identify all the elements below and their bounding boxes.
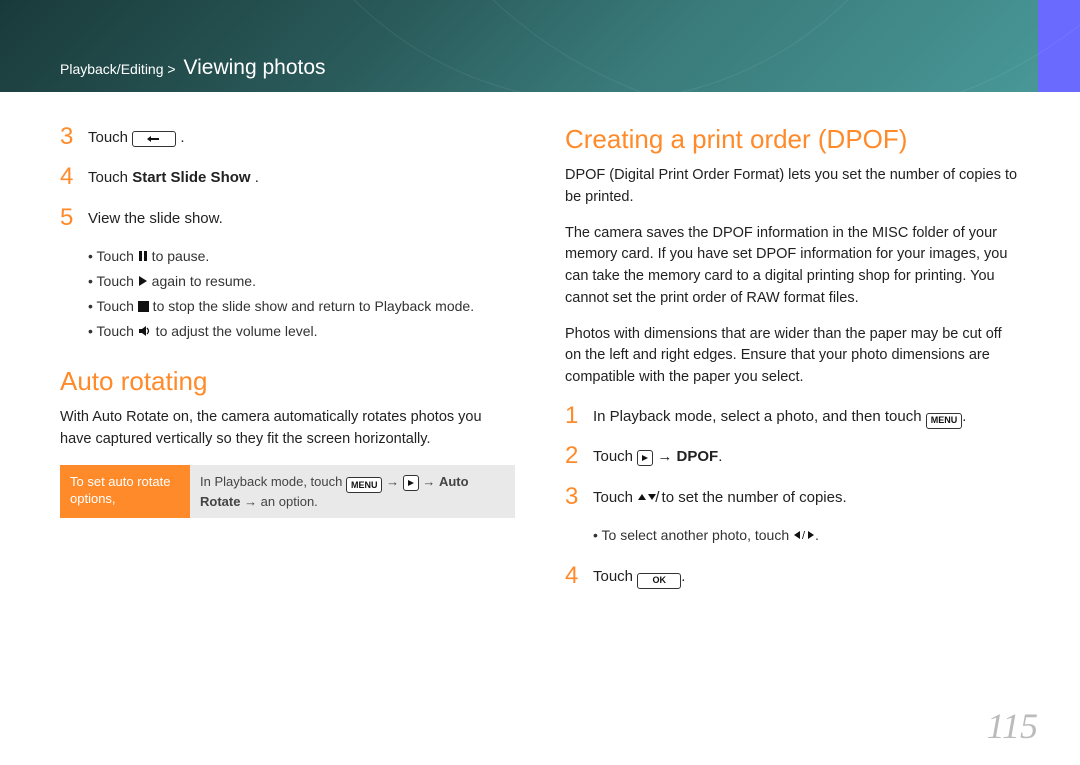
volume-icon xyxy=(138,321,152,345)
page-number: 115 xyxy=(987,705,1038,747)
step-number: 4 xyxy=(60,164,88,190)
step-number: 3 xyxy=(565,484,593,511)
step-text: Touch xyxy=(593,568,637,585)
step-text: . xyxy=(681,568,685,585)
step-text: . xyxy=(255,169,259,186)
side-tab xyxy=(1038,0,1080,92)
playback-icon xyxy=(637,450,653,466)
breadcrumb-section: Playback/Editing > xyxy=(60,61,176,77)
sub-item: Touch to adjust the volume level. xyxy=(88,320,515,345)
sub-item: Touch to pause. xyxy=(88,245,515,270)
menu-button-icon: MENU xyxy=(926,413,963,429)
play-icon xyxy=(138,271,148,295)
auto-rotate-options-table: To set auto rotate options, In Playback … xyxy=(60,465,515,519)
opt-value: In Playback mode, touch MENU → → Auto Ro… xyxy=(190,465,515,519)
auto-rotating-paragraph: With Auto Rotate on, the camera automati… xyxy=(60,407,515,451)
stop-icon xyxy=(138,296,149,320)
step-text: . xyxy=(180,129,184,146)
step-text: Touch xyxy=(88,169,132,186)
step-4: 4 Touch Start Slide Show . xyxy=(60,164,515,190)
left-column: 3 Touch . 4 Touch Start Slide Show . 5 V… xyxy=(60,124,515,603)
step-3: 3 Touch . xyxy=(60,124,515,150)
left-right-icon: / xyxy=(793,525,815,549)
step-text: In Playback mode, select a photo, and th… xyxy=(593,408,926,425)
breadcrumb: Playback/Editing > Viewing photos xyxy=(60,56,326,80)
sub-item: Touch to stop the slide show and return … xyxy=(88,295,515,320)
menu-button-icon: MENU xyxy=(346,477,383,493)
dpof-para-3: Photos with dimensions that are wider th… xyxy=(565,324,1020,389)
step-text: Touch xyxy=(593,448,637,465)
playback-icon xyxy=(403,475,419,491)
pause-icon xyxy=(138,246,148,270)
step-5-sublist: Touch to pause. Touch again to resume. T… xyxy=(88,245,515,344)
step-text: . xyxy=(718,448,722,465)
opt-label: To set auto rotate options, xyxy=(60,465,190,519)
right-column: Creating a print order (DPOF) DPOF (Digi… xyxy=(565,124,1020,603)
back-button-icon xyxy=(132,131,176,147)
dpof-heading: Creating a print order (DPOF) xyxy=(565,124,1020,155)
sub-item: To select another photo, touch /. xyxy=(593,524,1020,549)
step-text: to set the number of copies. xyxy=(657,489,846,506)
auto-rotating-heading: Auto rotating xyxy=(60,366,515,397)
dpof-para-2: The camera saves the DPOF information in… xyxy=(565,223,1020,310)
step-text-bold: DPOF xyxy=(677,448,719,465)
step-number: 5 xyxy=(60,205,88,231)
step-text: Touch xyxy=(88,129,132,146)
sub-item: Touch again to resume. xyxy=(88,270,515,295)
svg-text:/: / xyxy=(802,530,806,541)
step-number: 2 xyxy=(565,443,593,469)
step-text: → xyxy=(653,448,676,465)
breadcrumb-current: Viewing photos xyxy=(183,56,325,79)
dpof-step-1: 1 In Playback mode, select a photo, and … xyxy=(565,403,1020,429)
step-number: 1 xyxy=(565,403,593,429)
dpof-step-4: 4 Touch OK. xyxy=(565,563,1020,589)
dpof-step-3-sublist: To select another photo, touch /. xyxy=(593,524,1020,549)
step-text: . xyxy=(962,408,966,425)
header-band: Playback/Editing > Viewing photos xyxy=(0,0,1080,92)
step-text: View the slide show. xyxy=(88,205,515,231)
step-text-bold: Start Slide Show xyxy=(132,169,250,186)
step-number: 3 xyxy=(60,124,88,150)
dpof-step-2: 2 Touch → DPOF. xyxy=(565,443,1020,469)
step-text: Touch xyxy=(593,489,637,506)
step-number: 4 xyxy=(565,563,593,589)
ok-button-icon: OK xyxy=(637,573,681,589)
dpof-step-3: 3 Touch / to set the number of copies. xyxy=(565,484,1020,511)
dpof-para-1: DPOF (Digital Print Order Format) lets y… xyxy=(565,165,1020,209)
step-5: 5 View the slide show. xyxy=(60,205,515,231)
page-body: 3 Touch . 4 Touch Start Slide Show . 5 V… xyxy=(0,92,1080,603)
